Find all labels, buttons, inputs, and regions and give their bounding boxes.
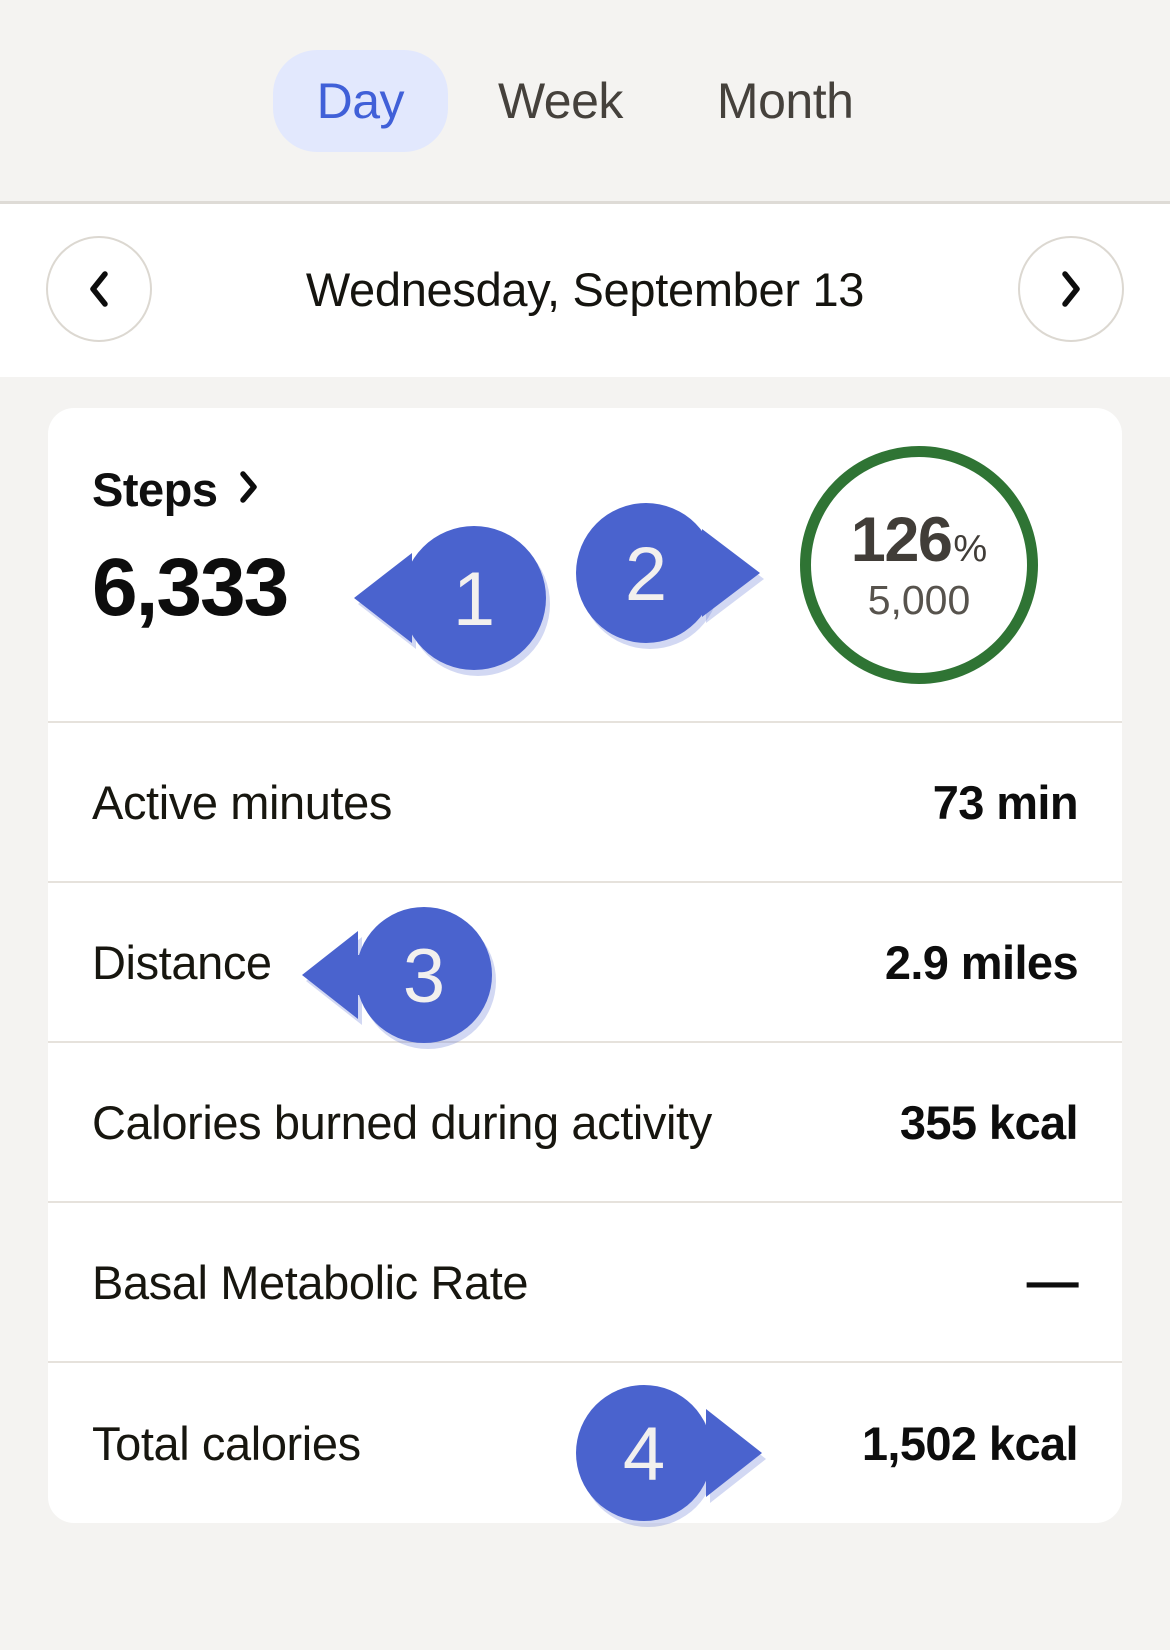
metric-row-total-calories[interactable]: Total calories 1,502 kcal [48,1363,1122,1523]
metric-row-basal-metabolic-rate[interactable]: Basal Metabolic Rate — [48,1203,1122,1363]
percent-sign: % [953,530,987,568]
tab-week[interactable]: Week [454,50,667,152]
progress-percent-row: 126 % [851,509,987,572]
tab-month[interactable]: Month [673,50,897,152]
metric-label: Calories burned during activity [92,1095,712,1150]
steps-progress-ring: 126 % 5,000 [800,446,1038,684]
steps-header-row[interactable]: Steps [92,466,287,513]
chevron-right-icon[interactable] [238,470,260,509]
metric-row-distance[interactable]: Distance 2.9 miles [48,883,1122,1043]
activity-summary-page: Steps 6,333 126 % 5,000 [0,377,1170,1650]
metric-label: Basal Metabolic Rate [92,1255,528,1310]
chevron-left-icon [86,269,112,309]
metric-row-calories-burned[interactable]: Calories burned during activity 355 kcal [48,1043,1122,1203]
tab-day[interactable]: Day [273,50,448,152]
date-navigation-bar: Wednesday, September 13 [0,204,1170,374]
next-day-button[interactable] [1018,236,1124,342]
steps-text-block: Steps 6,333 [92,466,287,629]
metric-label: Active minutes [92,775,392,830]
chevron-right-icon [1058,269,1084,309]
period-tab-bar: Day Week Month [0,0,1170,204]
metric-value: — [1027,1252,1078,1312]
previous-day-button[interactable] [46,236,152,342]
progress-percent-value: 126 [851,509,952,572]
selected-date-title: Wednesday, September 13 [0,262,1170,317]
steps-summary-section[interactable]: Steps 6,333 126 % 5,000 [48,408,1122,723]
steps-label: Steps [92,466,218,513]
metric-value: 355 kcal [900,1095,1078,1150]
metric-value: 73 min [933,775,1078,830]
metric-label: Total calories [92,1416,361,1471]
distance-value: 2.9 miles [885,935,1078,990]
steps-goal-value: 5,000 [868,580,971,621]
steps-value: 6,333 [92,547,287,629]
metric-row-active-minutes[interactable]: Active minutes 73 min [48,723,1122,883]
progress-ring-content: 126 % 5,000 [800,446,1038,684]
distance-label: Distance [92,935,272,990]
activity-card: Steps 6,333 126 % 5,000 [48,408,1122,1523]
total-calories-value: 1,502 kcal [862,1416,1078,1471]
